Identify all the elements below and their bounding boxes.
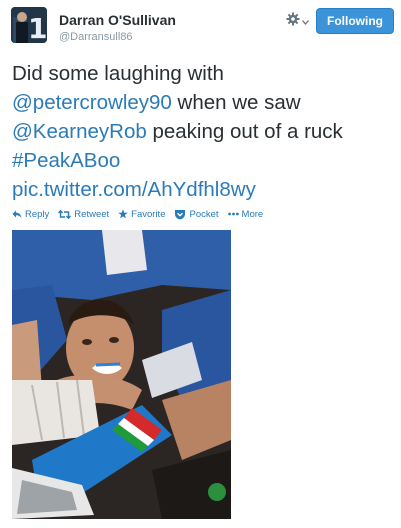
retweet-icon bbox=[58, 209, 72, 219]
tweet-photo[interactable] bbox=[12, 230, 231, 519]
author-handle[interactable]: @Darransull86 bbox=[59, 31, 133, 43]
reply-icon bbox=[12, 210, 22, 219]
hashtag-link[interactable]: #PeakABoo bbox=[12, 149, 120, 172]
pocket-label: Pocket bbox=[189, 208, 219, 220]
mention-link[interactable]: @petercrowley90 bbox=[12, 91, 172, 114]
pocket-action[interactable]: Pocket bbox=[174, 208, 219, 220]
pocket-icon bbox=[174, 209, 186, 220]
tweet-text: Did some laughing with @petercrowley90 w… bbox=[12, 59, 397, 204]
tweet-text-segment: Did some laughing with bbox=[12, 62, 224, 85]
following-button[interactable]: Following bbox=[316, 8, 394, 34]
tweet-text-segment: peaking out of a ruck bbox=[146, 120, 343, 143]
reply-label: Reply bbox=[25, 208, 50, 220]
avatar[interactable]: 1 bbox=[11, 7, 47, 43]
retweet-action[interactable]: Retweet bbox=[58, 209, 109, 220]
mention-link[interactable]: @KearneyRob bbox=[12, 120, 147, 143]
favorite-label: Favorite bbox=[131, 208, 166, 220]
retweet-label: Retweet bbox=[74, 208, 110, 220]
more-action[interactable]: More bbox=[227, 208, 264, 220]
svg-text:1: 1 bbox=[28, 12, 47, 43]
pic-link[interactable]: pic.twitter.com/AhYdfhl8wy bbox=[12, 178, 256, 201]
tweet-text-segment: when we saw bbox=[171, 91, 301, 114]
user-actions-menu[interactable] bbox=[286, 12, 314, 30]
author-name[interactable]: Darran O'Sullivan bbox=[59, 12, 176, 28]
more-dots-icon bbox=[227, 212, 239, 216]
tweet-header: 1 Darran O'Sullivan @Darransull86 Follow… bbox=[0, 0, 401, 52]
reply-action[interactable]: Reply bbox=[12, 209, 49, 220]
chevron-down-icon bbox=[302, 12, 309, 30]
more-label: More bbox=[241, 208, 264, 220]
star-icon bbox=[118, 209, 128, 219]
tweet-actions: Reply Retweet Favorite Pocket More bbox=[12, 207, 263, 221]
gear-icon bbox=[286, 12, 300, 31]
favorite-action[interactable]: Favorite bbox=[118, 209, 165, 220]
